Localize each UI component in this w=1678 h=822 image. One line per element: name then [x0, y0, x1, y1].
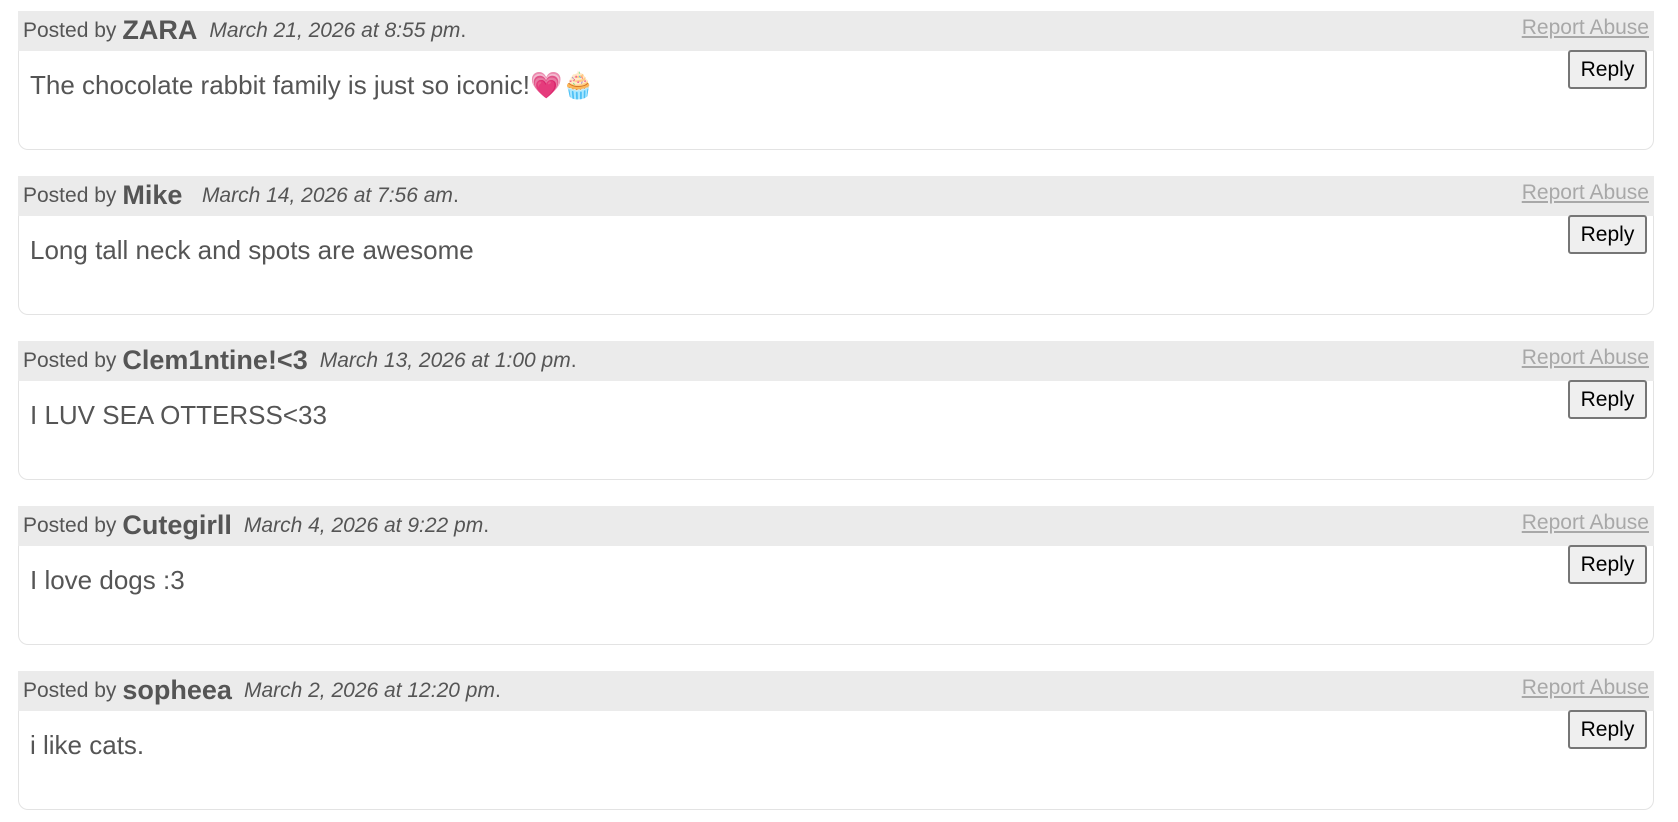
reply-button[interactable]: Reply — [1568, 215, 1647, 254]
comment-text: The chocolate rabbit family is just so i… — [30, 70, 595, 100]
date-period: . — [483, 514, 490, 537]
comment-list: Posted by ZARA March 21, 2026 at 8:55 pm… — [0, 0, 1678, 810]
comment-author: Cutegirll — [122, 509, 232, 540]
comment-text: I LUV SEA OTTERSS<33 — [30, 400, 327, 430]
comment-author: sopheea — [122, 674, 232, 705]
comment-text: I love dogs :3 — [30, 565, 185, 595]
comment-header: Posted by ZARA March 21, 2026 at 8:55 pm… — [18, 11, 1654, 51]
report-abuse-link[interactable]: Report Abuse — [1522, 16, 1649, 40]
comment-header: Posted by Clem1ntine!<3 March 13, 2026 a… — [18, 341, 1654, 381]
posted-by-label: Posted by — [23, 679, 117, 702]
comment-text: Long tall neck and spots are awesome — [30, 235, 474, 265]
comment-date: March 4, 2026 at 9:22 pm — [243, 514, 484, 537]
comment-text: i like cats. — [30, 730, 145, 760]
comment-header: Posted by Mike March 14, 2026 at 7:56 am… — [18, 176, 1654, 216]
reply-button[interactable]: Reply — [1568, 710, 1647, 749]
comment-author: ZARA — [122, 14, 198, 45]
comment-date: March 13, 2026 at 1:00 pm — [319, 349, 571, 372]
comment-header: Posted by Cutegirll March 4, 2026 at 9:2… — [18, 506, 1654, 546]
comment-author: Mike — [122, 179, 190, 210]
posted-by-label: Posted by — [23, 349, 117, 372]
comment-date: March 21, 2026 at 8:55 pm — [209, 19, 461, 42]
comment-item: Posted by Clem1ntine!<3 March 13, 2026 a… — [18, 341, 1654, 480]
comment-date: March 14, 2026 at 7:56 am — [201, 184, 453, 207]
comment-item: Posted by sopheea March 2, 2026 at 12:20… — [18, 671, 1654, 810]
reply-button[interactable]: Reply — [1568, 380, 1647, 419]
comment-item: Posted by Cutegirll March 4, 2026 at 9:2… — [18, 506, 1654, 645]
comment-date: March 2, 2026 at 12:20 pm — [243, 679, 495, 702]
comment-header: Posted by sopheea March 2, 2026 at 12:20… — [18, 671, 1654, 711]
posted-by-label: Posted by — [23, 19, 117, 42]
posted-by-label: Posted by — [23, 184, 117, 207]
comment-item: Posted by ZARA March 21, 2026 at 8:55 pm… — [18, 11, 1654, 150]
report-abuse-link[interactable]: Report Abuse — [1522, 676, 1649, 700]
comment-author: Clem1ntine!<3 — [122, 344, 308, 375]
posted-by-label: Posted by — [23, 514, 117, 537]
reply-button[interactable]: Reply — [1568, 50, 1647, 89]
date-period: . — [494, 679, 501, 702]
comment-item: Posted by Mike March 14, 2026 at 7:56 am… — [18, 176, 1654, 315]
report-abuse-link[interactable]: Report Abuse — [1522, 181, 1649, 205]
date-period: . — [570, 349, 577, 372]
reply-button[interactable]: Reply — [1568, 545, 1647, 584]
report-abuse-link[interactable]: Report Abuse — [1522, 346, 1649, 370]
date-period: . — [460, 19, 467, 42]
report-abuse-link[interactable]: Report Abuse — [1522, 511, 1649, 535]
date-period: . — [452, 184, 459, 207]
